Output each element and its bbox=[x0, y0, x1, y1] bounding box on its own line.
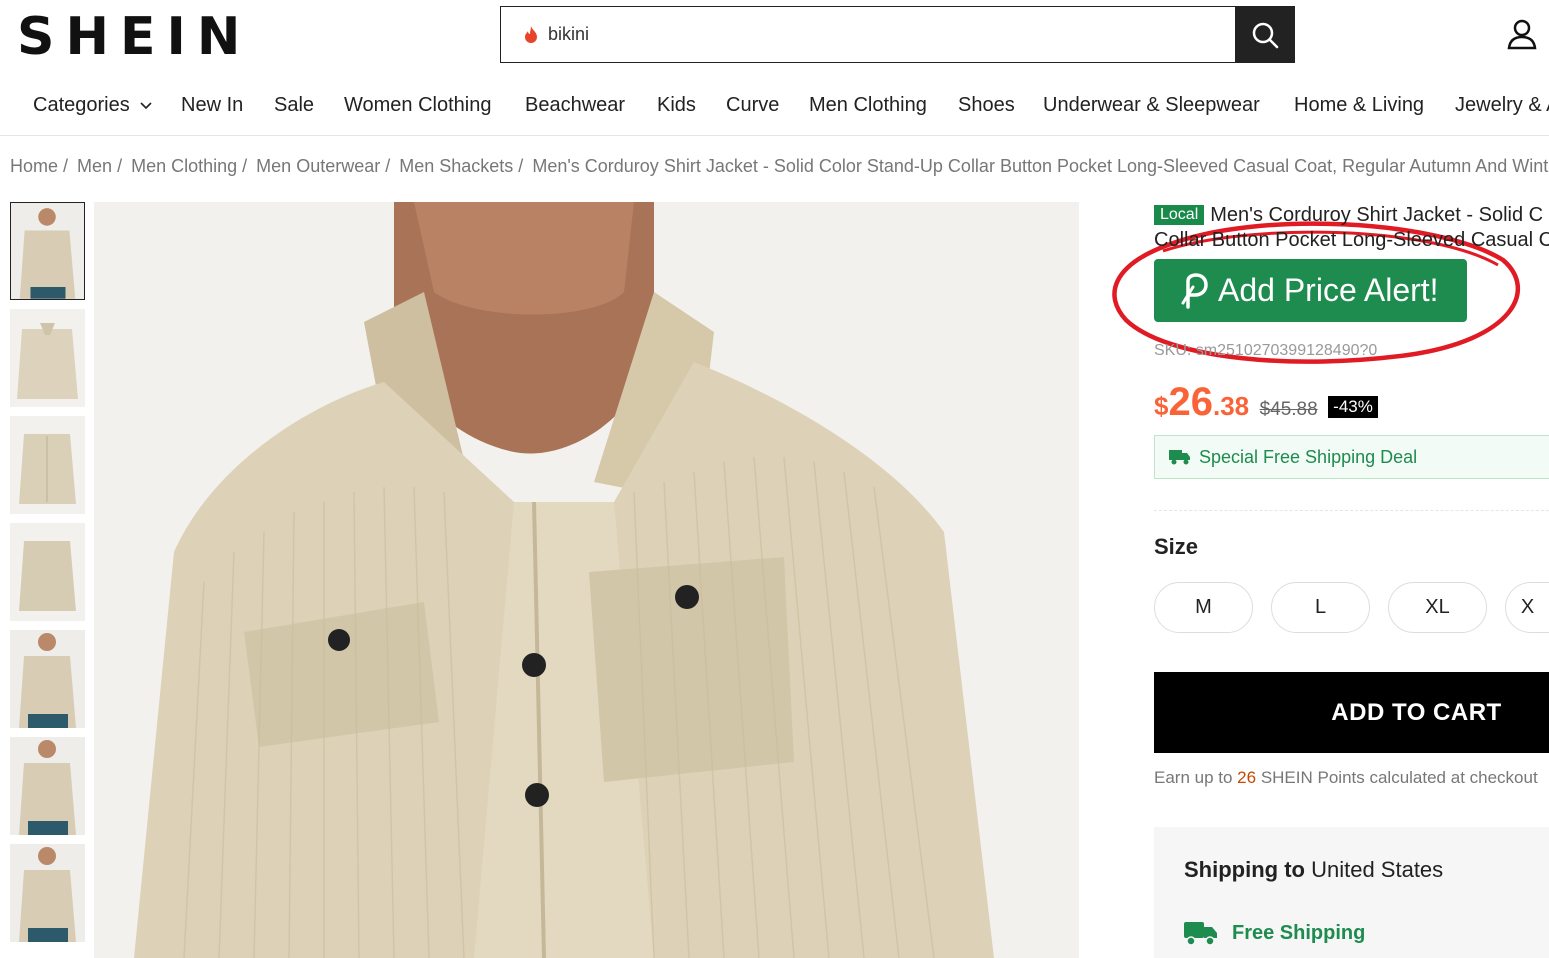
thumbnail[interactable] bbox=[10, 844, 85, 942]
free-shipping: Free Shipping bbox=[1184, 919, 1365, 947]
price-alert-logo-icon bbox=[1181, 272, 1208, 309]
nav-categories[interactable]: Categories bbox=[33, 94, 152, 117]
shipping-deal-label: Special Free Shipping Deal bbox=[1199, 446, 1418, 467]
nav-home-living[interactable]: Home & Living bbox=[1294, 94, 1424, 117]
price-currency: $ bbox=[1154, 391, 1169, 421]
nav-categories-label: Categories bbox=[33, 94, 130, 116]
search-bar[interactable] bbox=[500, 6, 1295, 63]
breadcrumb: Home / Men / Men Clothing / Men Outerwea… bbox=[10, 156, 1549, 177]
thumbnail[interactable] bbox=[10, 737, 85, 835]
nav-curve[interactable]: Curve bbox=[726, 94, 779, 117]
breadcrumb-home[interactable]: Home / bbox=[10, 156, 68, 176]
price-integer: 26 bbox=[1168, 380, 1213, 424]
product-title-line-2: Collar Button Pocket Long-Sleeved Casual… bbox=[1154, 229, 1549, 251]
breadcrumb-men-shackets[interactable]: Men Shackets / bbox=[399, 156, 523, 176]
user-icon[interactable] bbox=[1506, 18, 1538, 50]
product-title-line-1: Local Men's Corduroy Shirt Jacket - Solid… bbox=[1154, 204, 1543, 227]
nav-new-in[interactable]: New In bbox=[181, 94, 243, 117]
nav-underwear-sleepwear[interactable]: Underwear & Sleepwear bbox=[1043, 94, 1260, 117]
points-value: 26 bbox=[1237, 768, 1257, 787]
search-input[interactable] bbox=[548, 24, 1294, 45]
size-option-xxl[interactable]: X bbox=[1505, 582, 1549, 633]
thumbnail[interactable] bbox=[10, 523, 85, 621]
price-row: $26.38 $45.88 -43% bbox=[1154, 380, 1378, 425]
thumbnail[interactable] bbox=[10, 416, 85, 514]
points-prefix: Earn up to bbox=[1154, 768, 1238, 787]
breadcrumb-men-outerwear[interactable]: Men Outerwear / bbox=[256, 156, 390, 176]
sku-text: SKU: sm2510270399128490?0 bbox=[1154, 342, 1378, 359]
product-main-image[interactable] bbox=[94, 202, 1079, 958]
truck-icon bbox=[1169, 450, 1190, 465]
shipping-info-box: Shipping to United States Free Shipping bbox=[1154, 827, 1549, 958]
chevron-down-icon bbox=[140, 102, 152, 109]
thumbnail[interactable] bbox=[10, 202, 85, 300]
breadcrumb-current: Men's Corduroy Shirt Jacket - Solid Colo… bbox=[532, 156, 1549, 176]
search-icon bbox=[1252, 22, 1279, 48]
size-option-l[interactable]: L bbox=[1271, 582, 1370, 633]
flame-icon bbox=[525, 25, 537, 43]
thumbnail[interactable] bbox=[10, 309, 85, 407]
thumbnail-list bbox=[10, 202, 86, 951]
nav-sale[interactable]: Sale bbox=[274, 94, 314, 117]
nav-men-clothing[interactable]: Men Clothing bbox=[809, 94, 927, 117]
nav-beachwear[interactable]: Beachwear bbox=[525, 94, 625, 117]
shipping-to-label: Shipping to bbox=[1184, 857, 1305, 882]
breadcrumb-men[interactable]: Men / bbox=[77, 156, 122, 176]
add-to-cart-label: ADD TO CART bbox=[1331, 698, 1502, 726]
add-price-alert-label: Add Price Alert! bbox=[1218, 272, 1439, 308]
truck-icon bbox=[1184, 922, 1217, 946]
shein-logo[interactable]: SHEIN bbox=[17, 8, 251, 66]
shipping-country: United States bbox=[1311, 857, 1444, 882]
nav-women-clothing[interactable]: Women Clothing bbox=[344, 94, 491, 117]
size-option-xl[interactable]: XL bbox=[1388, 582, 1487, 633]
add-to-cart-button[interactable]: ADD TO CART bbox=[1154, 672, 1549, 753]
nav-jewelry[interactable]: Jewelry & A bbox=[1455, 94, 1549, 117]
points-suffix: SHEIN Points calculated at checkout bbox=[1256, 768, 1538, 787]
nav-shoes[interactable]: Shoes bbox=[958, 94, 1015, 117]
original-price: $45.88 bbox=[1259, 399, 1318, 420]
thumbnail[interactable] bbox=[10, 630, 85, 728]
points-info: Earn up to 26 SHEIN Points calculated at… bbox=[1154, 768, 1538, 788]
size-label: Size bbox=[1154, 534, 1199, 559]
shipping-to[interactable]: Shipping to United States bbox=[1184, 857, 1443, 883]
size-option-m[interactable]: M bbox=[1154, 582, 1253, 633]
product-title-text: Men's Corduroy Shirt Jacket - Solid C bbox=[1210, 204, 1544, 226]
main-nav: Categories New In Sale Women Clothing Be… bbox=[0, 80, 1549, 136]
local-badge: Local bbox=[1154, 205, 1205, 225]
discount-badge: -43% bbox=[1328, 396, 1378, 418]
breadcrumb-men-clothing[interactable]: Men Clothing / bbox=[131, 156, 247, 176]
shipping-deal-banner[interactable]: Special Free Shipping Deal bbox=[1154, 435, 1549, 479]
divider bbox=[1154, 510, 1549, 511]
nav-kids[interactable]: Kids bbox=[657, 94, 696, 117]
free-shipping-label: Free Shipping bbox=[1232, 921, 1366, 944]
search-button[interactable] bbox=[1235, 6, 1295, 63]
add-price-alert-button[interactable]: Add Price Alert! bbox=[1154, 259, 1467, 322]
price-decimal: .38 bbox=[1212, 391, 1250, 421]
